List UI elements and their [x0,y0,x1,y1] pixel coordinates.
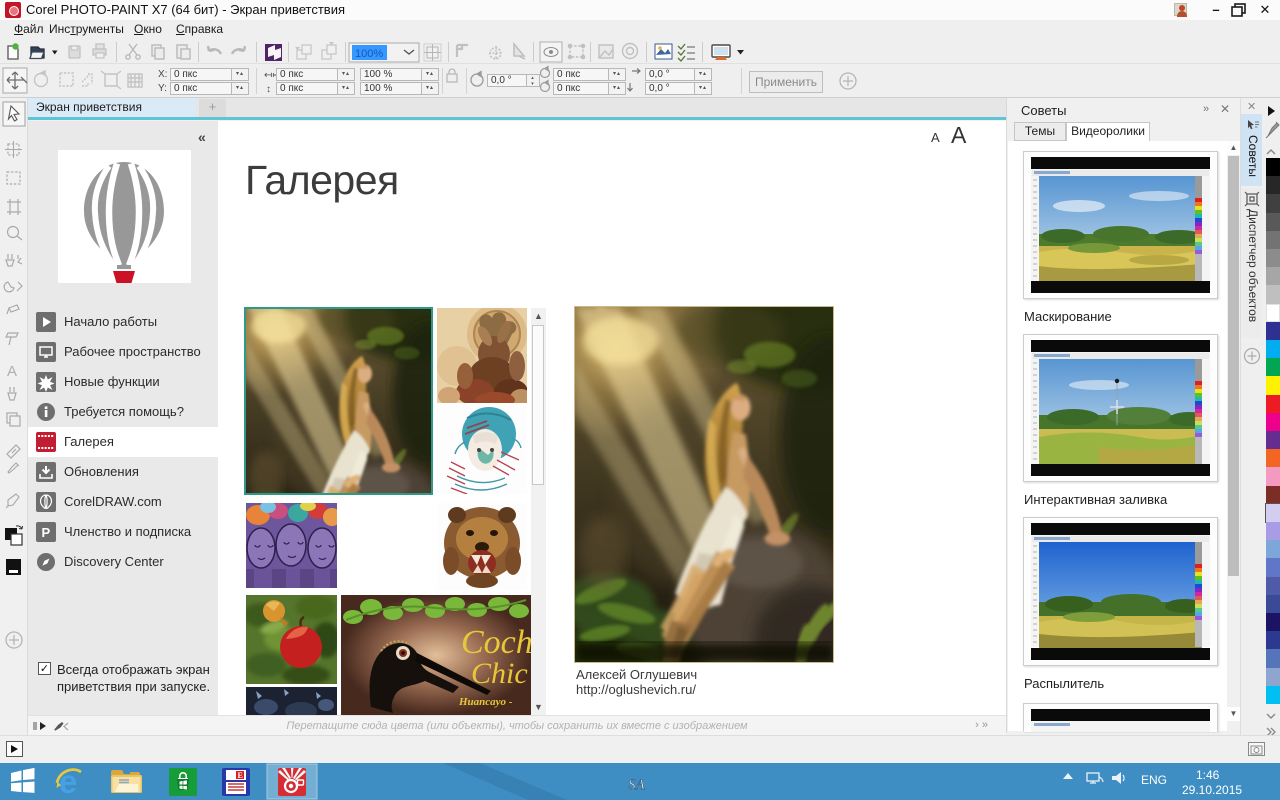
svg-text:P: P [42,525,51,540]
svg-text:1:46: 1:46 [1196,768,1220,782]
svg-text:E: E [238,771,243,780]
svg-text:Chic: Chic [471,657,528,690]
svg-text:SA: SA [628,777,646,793]
svg-text:ENG: ENG [1141,773,1167,787]
svg-text:Coch: Coch [461,624,531,661]
svg-text:29.10.2015: 29.10.2015 [1182,783,1242,797]
svg-text:↕: ↕ [266,84,271,95]
svg-text:Huancayo -: Huancayo - [458,696,513,708]
svg-text:100%: 100% [355,48,383,60]
svg-text:A: A [7,363,17,380]
